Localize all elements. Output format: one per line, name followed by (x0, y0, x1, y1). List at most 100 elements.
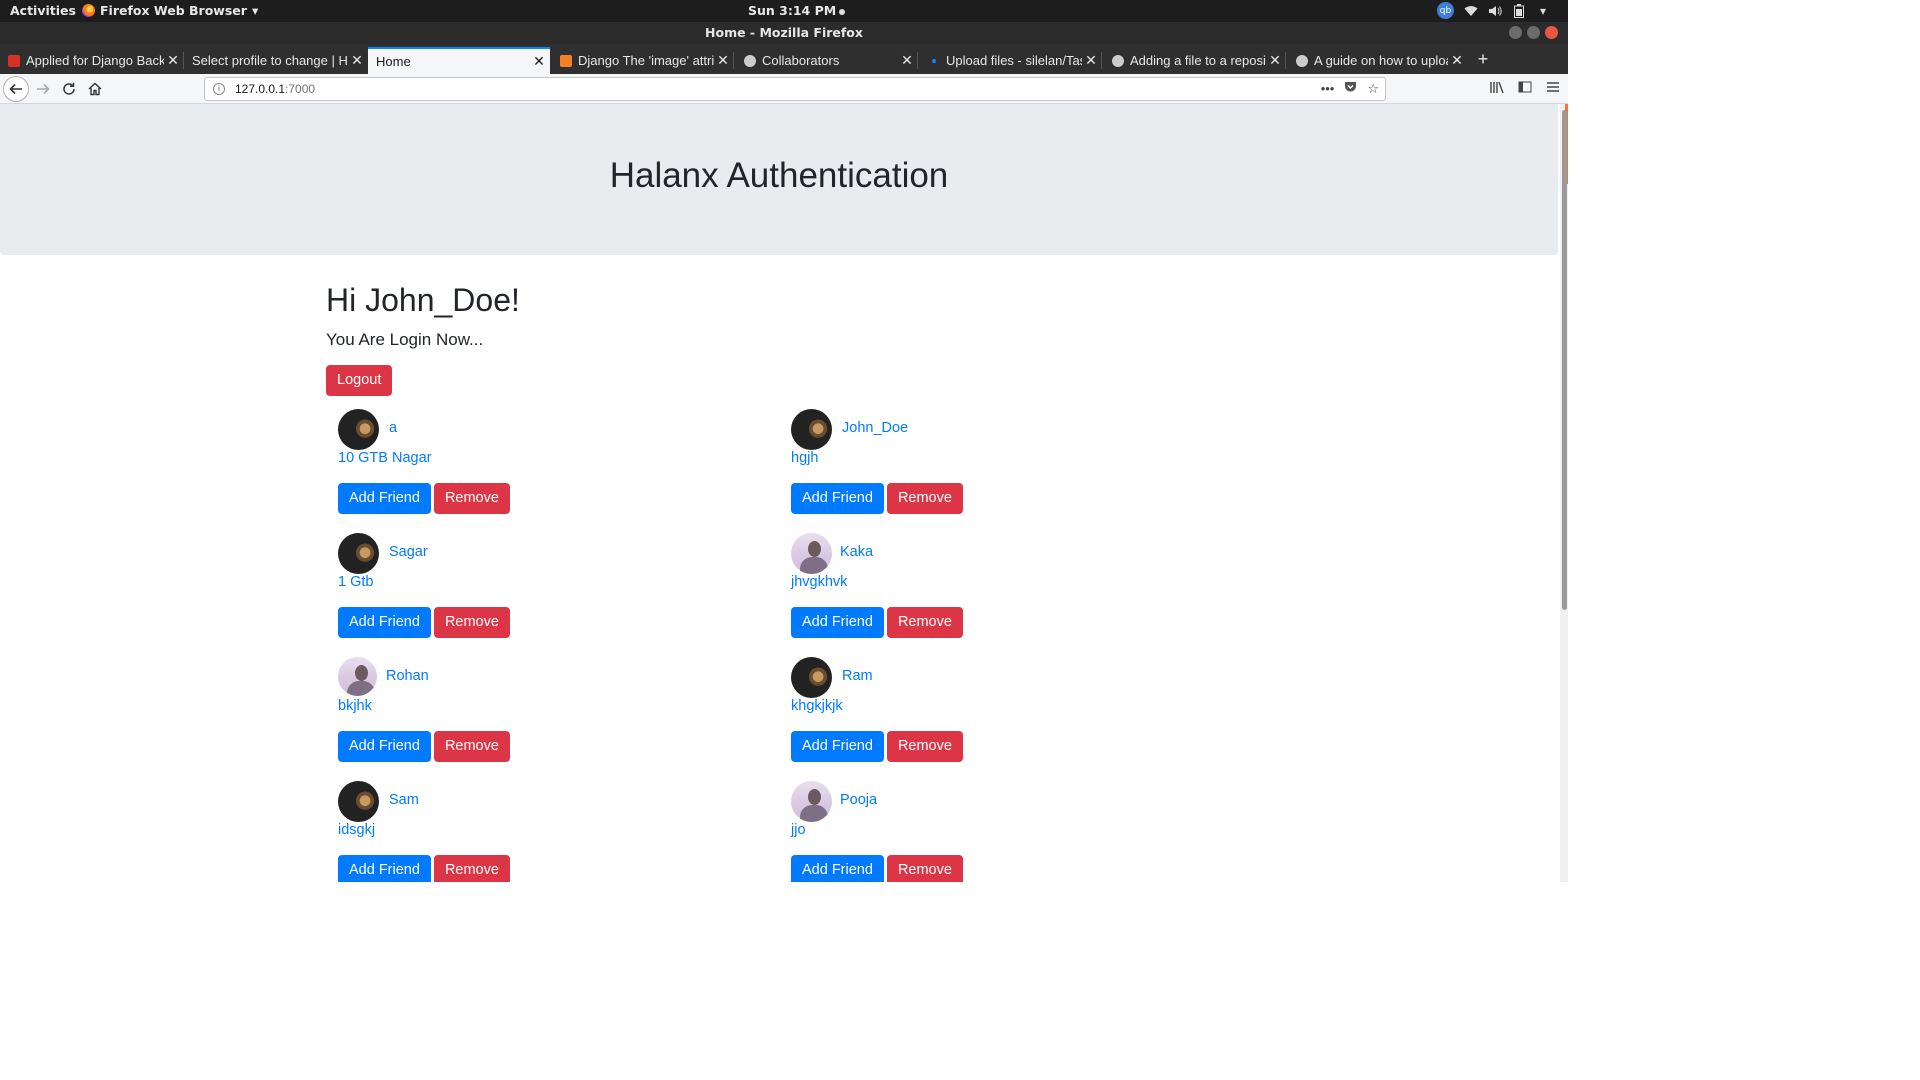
user-address-link[interactable]: idsgkj (338, 822, 375, 838)
add-friend-button[interactable]: Add Friend (791, 483, 884, 514)
close-tab-icon[interactable]: ✕ (1266, 52, 1284, 69)
avatar (791, 657, 832, 698)
page-scrollbar[interactable] (1560, 104, 1568, 882)
remove-button[interactable]: Remove (433, 607, 510, 638)
close-tab-icon[interactable]: ✕ (164, 52, 182, 69)
forward-button[interactable] (30, 76, 56, 102)
scrollbar-thumb[interactable] (1562, 110, 1567, 610)
avatar (791, 409, 832, 450)
new-tab-button[interactable]: + (1474, 50, 1492, 68)
window-title-bar: Home - Mozilla Firefox (0, 22, 1568, 44)
tab-label: Home (376, 54, 411, 69)
close-tab-icon[interactable]: ✕ (530, 53, 548, 70)
user-card: Rohan bkjhk Add Friend Remove (338, 657, 738, 781)
navigation-toolbar: i 127.0.0.1:7000 ••• ☆ (0, 74, 1568, 104)
remove-button[interactable]: Remove (886, 731, 963, 762)
avatar (338, 533, 379, 574)
clock[interactable]: Sun 3:14 PM (748, 3, 846, 18)
close-tab-icon[interactable]: ✕ (1448, 52, 1466, 69)
user-address-link[interactable]: hgjh (791, 450, 818, 466)
tab-guide-upload[interactable]: A guide on how to uploa ✕ (1288, 47, 1468, 74)
user-card: Kaka jhvgkhvk Add Friend Remove (791, 533, 1191, 657)
user-address-link[interactable]: jhvgkhvk (791, 574, 847, 590)
add-friend-button[interactable]: Add Friend (791, 607, 884, 638)
home-icon (88, 82, 102, 96)
loading-dot-icon (928, 55, 940, 67)
user-card: a 10 GTB Nagar Add Friend Remove (338, 409, 738, 533)
sidebar-icon[interactable] (1518, 80, 1532, 97)
activities-button[interactable]: Activities (10, 3, 76, 18)
user-name-link[interactable]: Sam (389, 792, 419, 808)
user-name-link[interactable]: Rohan (386, 668, 429, 684)
user-badge[interactable]: qb (1437, 2, 1454, 19)
avatar (791, 533, 832, 574)
add-friend-button[interactable]: Add Friend (338, 483, 431, 514)
system-tray[interactable]: qb ▾ (1437, 2, 1550, 19)
library-icon[interactable] (1490, 80, 1504, 97)
github-icon (1112, 54, 1124, 67)
tab-separator (733, 52, 734, 69)
window-controls (1509, 26, 1558, 39)
user-name-link[interactable]: a (389, 420, 397, 436)
user-card: John_Doe hgjh Add Friend Remove (791, 409, 1191, 533)
user-name-link[interactable]: Ram (842, 668, 873, 684)
add-friend-button[interactable]: Add Friend (338, 855, 431, 882)
header-jumbotron: Halanx Authentication (0, 104, 1558, 255)
user-name-link[interactable]: Sagar (389, 544, 428, 560)
remove-button[interactable]: Remove (886, 483, 963, 514)
user-address-link[interactable]: 10 GTB Nagar (338, 450, 432, 466)
tab-label: Upload files - silelan/Tas (946, 53, 1082, 68)
tab-collaborators[interactable]: Collaborators ✕ (736, 47, 918, 74)
tab-applied-django[interactable]: Applied for Django Back ✕ (0, 47, 184, 74)
github-icon (744, 54, 756, 67)
user-name-link[interactable]: Pooja (840, 792, 877, 808)
reload-button[interactable] (56, 76, 82, 102)
menu-icon[interactable] (1546, 80, 1560, 97)
volume-icon (1488, 4, 1502, 18)
bookmark-star-icon[interactable]: ☆ (1367, 81, 1379, 97)
remove-button[interactable]: Remove (433, 731, 510, 762)
maximize-button[interactable] (1527, 26, 1540, 39)
close-window-button[interactable] (1545, 26, 1558, 39)
minimize-button[interactable] (1509, 26, 1522, 39)
user-address-link[interactable]: 1 Gtb (338, 574, 373, 590)
remove-button[interactable]: Remove (433, 483, 510, 514)
user-name-link[interactable]: Kaka (840, 544, 873, 560)
close-tab-icon[interactable]: ✕ (898, 52, 916, 69)
page-actions-icon[interactable]: ••• (1321, 81, 1335, 97)
close-tab-icon[interactable]: ✕ (1082, 52, 1100, 69)
add-friend-button[interactable]: Add Friend (791, 855, 884, 882)
close-tab-icon[interactable]: ✕ (348, 52, 366, 69)
tab-home[interactable]: Home ✕ (368, 47, 550, 74)
home-button[interactable] (82, 76, 108, 102)
add-friend-button[interactable]: Add Friend (338, 607, 431, 638)
tab-label: Adding a file to a reposit (1130, 53, 1266, 68)
tab-separator (1285, 52, 1286, 69)
pocket-icon[interactable] (1344, 81, 1357, 97)
tab-label: Applied for Django Back (26, 53, 164, 68)
user-address-link[interactable]: jjo (791, 822, 806, 838)
back-button[interactable] (3, 76, 29, 102)
tab-adding-file[interactable]: Adding a file to a reposit ✕ (1104, 47, 1286, 74)
tab-strip: Applied for Django Back ✕ Select profile… (0, 44, 1568, 74)
remove-button[interactable]: Remove (433, 855, 510, 882)
page-header-title: Halanx Authentication (609, 156, 949, 195)
tab-select-profile[interactable]: Select profile to change | Ha ✕ (184, 47, 368, 74)
remove-button[interactable]: Remove (886, 855, 963, 882)
url-bar[interactable]: i 127.0.0.1:7000 ••• ☆ (204, 77, 1386, 101)
tab-upload-files[interactable]: Upload files - silelan/Tas ✕ (920, 47, 1102, 74)
user-address-link[interactable]: khgkjkjk (791, 698, 843, 714)
app-menu[interactable]: Firefox Web Browser ▾ (82, 3, 258, 18)
add-friend-button[interactable]: Add Friend (338, 731, 431, 762)
user-address-link[interactable]: bkjhk (338, 698, 372, 714)
logout-button[interactable]: Logout (326, 365, 393, 396)
remove-button[interactable]: Remove (886, 607, 963, 638)
firefox-icon (82, 4, 95, 17)
tab-label: Collaborators (762, 53, 840, 68)
tab-django-image[interactable]: Django The 'image' attrib ✕ (552, 47, 734, 74)
close-tab-icon[interactable]: ✕ (714, 52, 732, 69)
add-friend-button[interactable]: Add Friend (791, 731, 884, 762)
info-icon[interactable]: i (213, 83, 225, 95)
user-name-link[interactable]: John_Doe (842, 420, 908, 436)
caret-down-icon: ▾ (251, 3, 259, 18)
